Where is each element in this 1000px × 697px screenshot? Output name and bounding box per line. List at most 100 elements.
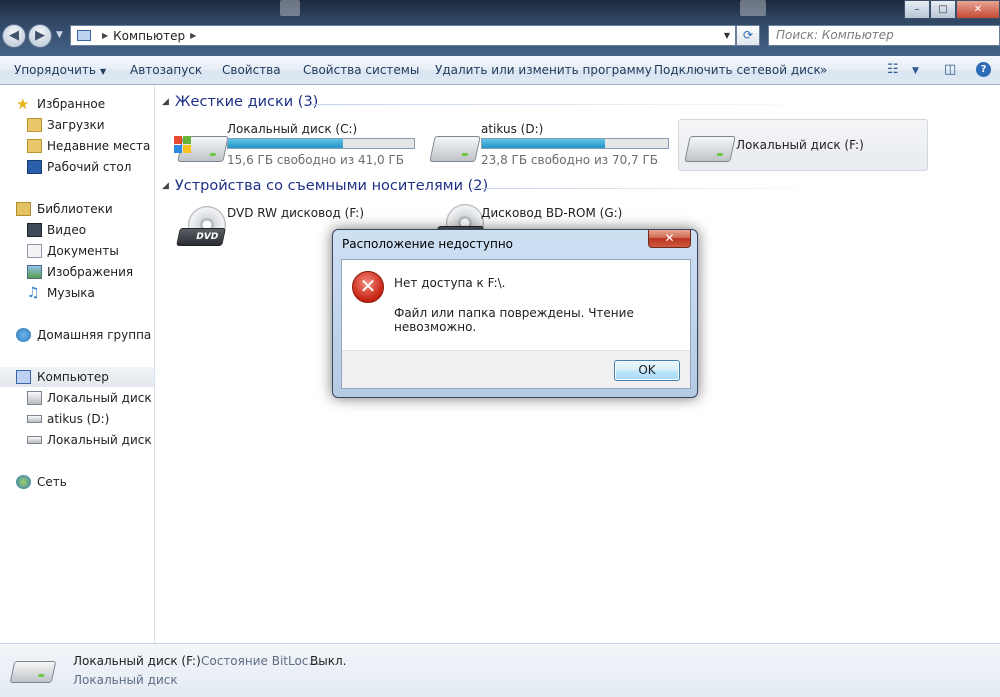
sidebar-item-documents[interactable]: Документы [0,241,154,261]
drive-name: Локальный диск (F:) [736,138,864,152]
documents-icon [27,244,42,258]
drive-usage-fill [482,139,605,148]
sidebar-item-desktop[interactable]: Рабочий стол [0,157,154,177]
breadcrumb-arrow-icon[interactable]: ▶ [190,31,196,40]
map-network-drive-button[interactable]: Подключить сетевой диск [654,63,821,77]
uninstall-program-button[interactable]: Удалить или изменить программу [435,63,652,77]
sidebar-item-computer[interactable]: Компьютер [0,367,154,387]
preview-pane-icon[interactable]: ◫ [944,62,956,77]
sidebar-item-drive-c[interactable]: Локальный диск (C [0,388,154,408]
network-icon [16,475,31,489]
sidebar-label: Музыка [47,286,95,300]
music-note-icon: ♫ [27,285,40,301]
sidebar-item-drive-f[interactable]: Локальный диск (F: [0,430,154,450]
sidebar-label: Компьютер [37,370,109,384]
address-dropdown-icon[interactable]: ▼ [719,31,735,40]
group-header-removable[interactable]: ◢ Устройства со съемными носителями (2) [162,178,842,194]
sidebar-label: Локальный диск (F: [47,433,154,447]
star-icon: ★ [16,95,30,113]
sidebar-label: Избранное [37,97,106,111]
sidebar-label: Недавние места [47,139,151,153]
hard-disk-icon [9,661,57,683]
organize-label: Упорядочить [14,63,96,77]
drive-icon [27,436,42,444]
collapse-arrow-icon[interactable]: ◢ [162,181,169,191]
collapse-arrow-icon[interactable]: ◢ [162,97,169,107]
drive-usage-fill [228,139,344,148]
window-controls: – □ ✕ [904,0,1000,19]
details-pane: Локальный диск (F:) Состояние BitLoc... … [0,643,1000,697]
drive-item-d[interactable]: atikus (D:) 23,8 ГБ свободно из 70,7 ГБ [424,118,674,170]
error-icon: ✕ [352,271,384,303]
error-dialog: Расположение недоступно ✕ ✕ Нет доступа … [332,229,698,398]
details-drive-name: Локальный диск (F:) [73,654,201,668]
drive-usage-bar [481,138,669,149]
command-bar: Упорядочить ▼ Автозапуск Свойства Свойств… [0,56,1000,85]
drive-icon [27,415,42,423]
drive-item-f[interactable]: Локальный диск (F:) [678,119,928,171]
sidebar-label: Видео [47,223,87,237]
sidebar-label: atikus (D:) [47,412,110,426]
forward-button[interactable]: ▶ [28,24,52,48]
sidebar-item-video[interactable]: Видео [0,220,154,240]
sidebar-item-pictures[interactable]: Изображения [0,262,154,282]
sidebar-label: Локальный диск (C [47,391,154,405]
error-detail: Файл или папка повреждены. Чтение невозм… [394,306,634,334]
drive-free-space: 15,6 ГБ свободно из 41,0 ГБ [227,153,405,167]
ok-button[interactable]: OK [614,360,680,381]
drive-icon [27,391,42,405]
view-dropdown-icon[interactable]: ▼ [912,66,919,76]
drive-name: Локальный диск (C:) [227,122,358,136]
sidebar-label: Документы [47,244,119,258]
close-window-button[interactable]: ✕ [956,0,1000,19]
homegroup-icon [16,328,31,342]
sidebar-item-network[interactable]: Сеть [0,472,154,492]
computer-icon [16,370,31,384]
sidebar-item-favorites[interactable]: ★ Избранное [0,94,154,114]
group-header-hard-disks[interactable]: ◢ Жесткие диски (3) [162,94,842,110]
breadcrumb-computer[interactable]: Компьютер [113,29,185,43]
dialog-footer: OK [342,350,690,388]
refresh-button[interactable]: ⟳ [736,25,760,46]
more-commands-button[interactable]: » [820,63,827,77]
details-drive-type: Локальный диск [73,673,178,687]
sidebar-item-homegroup[interactable]: Домашняя группа [0,325,154,345]
drive-free-space: 23,8 ГБ свободно из 70,7 ГБ [481,153,659,167]
group-header-label: Устройства со съемными носителями (2) [174,178,489,194]
sidebar-item-drive-d[interactable]: atikus (D:) [0,409,154,429]
computer-icon [77,30,91,41]
organize-button[interactable]: Упорядочить ▼ [14,63,106,77]
drive-name: DVD RW дисковод (F:) [227,206,365,220]
hard-disk-icon [684,136,736,162]
help-icon[interactable]: ? [976,62,991,77]
dialog-title: Расположение недоступно [342,237,514,251]
change-view-icon[interactable]: ☷ [887,62,899,77]
chevron-down-icon: ▼ [99,67,107,76]
downloads-folder-icon [27,118,42,132]
properties-button[interactable]: Свойства [222,63,281,77]
sidebar-label: Рабочий стол [47,160,132,174]
sidebar-item-downloads[interactable]: Загрузки [0,115,154,135]
history-dropdown-icon[interactable]: ▼ [56,30,63,40]
breadcrumb-arrow-icon[interactable]: ▶ [102,31,108,40]
sidebar-label: Домашняя группа [37,328,152,342]
dialog-body: ✕ Нет доступа к F:\. Файл или папка повр… [341,259,691,389]
back-button[interactable]: ◀ [2,24,26,48]
maximize-button[interactable]: □ [930,0,956,19]
background-decoration [740,0,766,16]
background-decoration [280,0,300,16]
navigation-pane: ★ Избранное Загрузки Недавние места Рабо… [0,86,155,643]
dialog-close-button[interactable]: ✕ [648,230,691,248]
sidebar-item-recent[interactable]: Недавние места [0,136,154,156]
sidebar-item-music[interactable]: ♫ Музыка [0,283,154,303]
autoplay-button[interactable]: Автозапуск [130,63,202,77]
drive-name: atikus (D:) [481,122,544,136]
libraries-icon [16,202,31,216]
minimize-button[interactable]: – [904,0,930,19]
address-bar[interactable]: ▶ Компьютер ▶ ▼ [70,25,736,46]
drive-item-c[interactable]: Локальный диск (C:) 15,6 ГБ свободно из … [170,118,420,170]
search-input[interactable]: Поиск: Компьютер [768,25,1000,46]
sidebar-item-libraries[interactable]: Библиотеки [0,199,154,219]
system-properties-button[interactable]: Свойства системы [303,63,419,77]
sidebar-label: Библиотеки [37,202,113,216]
